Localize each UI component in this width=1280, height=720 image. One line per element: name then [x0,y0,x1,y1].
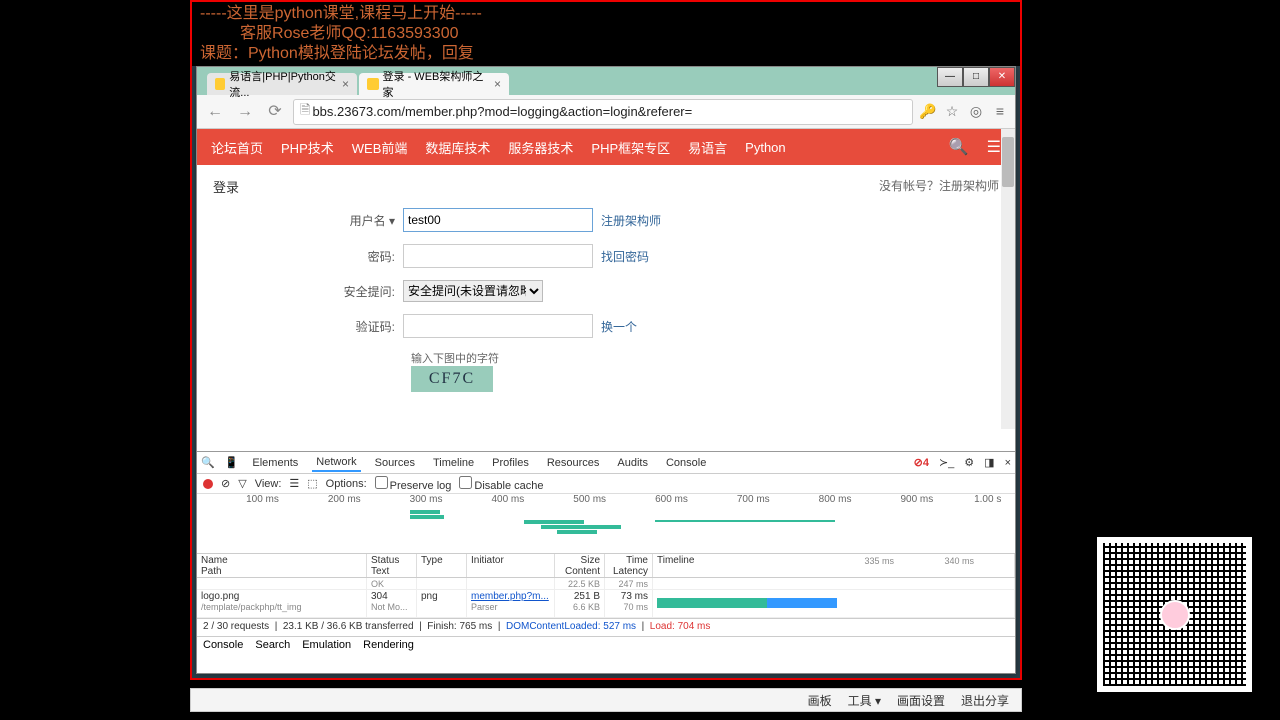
dt-tab-profiles[interactable]: Profiles [488,455,533,471]
browser-toolbar: ← → ⟳ 🗎 bbs.23673.com/member.php?mod=log… [197,95,1015,129]
menu-icon[interactable]: ≡ [991,103,1009,121]
drawer-search[interactable]: Search [255,639,290,652]
disable-cache-checkbox[interactable]: Disable cache [459,476,543,492]
favicon-icon [367,78,379,90]
globe-icon[interactable]: ◎ [967,103,985,121]
close-button[interactable]: ✕ [989,67,1015,87]
drawer-console[interactable]: Console [203,639,243,652]
filter-icon[interactable]: ▽ [238,477,246,490]
preserve-log-checkbox[interactable]: Preserve log [375,476,452,492]
table-row[interactable]: OK 22.5 KB 247 ms [197,578,1015,590]
star-icon[interactable]: ☆ [943,103,961,121]
page-content: 论坛首页 PHP技术 WEB前端 数据库技术 服务器技术 PHP框架专区 易语言… [197,129,1015,429]
minimize-button[interactable]: — [937,67,963,87]
tab-active[interactable]: 登录 - WEB架构师之家 × [359,73,509,95]
reload-button[interactable]: ⟳ [263,100,287,124]
gear-icon[interactable]: ⚙ [964,456,974,469]
back-button[interactable]: ← [203,100,227,124]
search-icon[interactable]: 🔍 [949,137,969,157]
device-icon[interactable]: 📱 [225,456,239,469]
share-toolbar: 画板 工具 ▾ 画面设置 退出分享 [190,688,1022,712]
question-label: 安全提问: [213,283,403,300]
site-nav: 论坛首页 PHP技术 WEB前端 数据库技术 服务器技术 PHP框架专区 易语言… [197,129,1015,165]
nav-home[interactable]: 论坛首页 [211,138,263,157]
dt-tab-console[interactable]: Console [662,455,710,471]
dt-tab-network[interactable]: Network [312,454,360,472]
favicon-icon [215,78,225,90]
refresh-captcha-link[interactable]: 换一个 [601,318,637,335]
tab-strip: 易语言|PHP|Python交流... × 登录 - WEB架构师之家 × [197,67,1015,95]
password-input[interactable] [403,244,593,268]
inspect-icon[interactable]: 🔍 [201,456,215,469]
network-table-header: NamePath StatusText Type Initiator SizeC… [197,554,1015,578]
security-question-select[interactable]: 安全提问(未设置请忽略) [403,280,543,302]
nav-server[interactable]: 服务器技术 [508,138,573,157]
error-badge[interactable]: ⊘4 [914,456,929,469]
table-row[interactable]: logo.png/template/packphp/tt_img 304Not … [197,590,1015,618]
drawer-icon[interactable]: ≻_ [939,456,954,469]
url-bar[interactable]: 🗎 bbs.23673.com/member.php?mod=logging&a… [293,99,913,125]
nav-python[interactable]: Python [745,140,785,155]
dt-tab-resources[interactable]: Resources [543,455,604,471]
username-input[interactable] [403,208,593,232]
nav-web[interactable]: WEB前端 [352,138,408,157]
close-icon[interactable]: × [494,77,501,91]
dt-tab-audits[interactable]: Audits [613,455,652,471]
tools-button[interactable]: 工具 ▾ [848,692,881,709]
exit-share-button[interactable]: 退出分享 [961,692,1009,709]
drawer-emulation[interactable]: Emulation [302,639,351,652]
page-icon: 🗎 [300,101,310,123]
devtools-panel: 🔍 📱 Elements Network Sources Timeline Pr… [197,451,1015,673]
username-label[interactable]: 用户名 ▾ [213,212,403,229]
close-icon[interactable]: × [342,77,349,91]
tab-inactive[interactable]: 易语言|PHP|Python交流... × [207,73,357,95]
close-icon[interactable]: × [1005,457,1011,469]
record-button[interactable] [203,479,213,489]
captcha-input[interactable] [403,314,593,338]
list-icon[interactable]: ☰ [987,137,1001,157]
network-summary: 2 / 30 requests | 23.1 KB / 36.6 KB tran… [197,618,1015,636]
network-timeline[interactable]: 100 ms 200 ms 300 ms 400 ms 500 ms 600 m… [197,494,1015,554]
maximize-button[interactable]: □ [963,67,989,87]
key-icon[interactable]: 🔑 [919,103,937,121]
nav-frame[interactable]: PHP框架专区 [591,138,670,157]
nav-php[interactable]: PHP技术 [281,138,334,157]
dt-tab-sources[interactable]: Sources [371,455,419,471]
password-label: 密码: [213,248,403,265]
dock-icon[interactable]: ◨ [984,456,994,469]
dt-tab-elements[interactable]: Elements [248,455,302,471]
register-link[interactable]: 没有帐号？注册架构师 [879,177,999,196]
canvas-button[interactable]: 画板 [808,692,832,709]
drawer-rendering[interactable]: Rendering [363,639,414,652]
forgot-password-link[interactable]: 找回密码 [601,248,649,265]
login-title: 登录 [213,177,239,196]
settings-button[interactable]: 画面设置 [897,692,945,709]
qr-code [1097,537,1252,692]
view-frame-icon[interactable]: ⬚ [307,477,317,490]
nav-db[interactable]: 数据库技术 [425,138,490,157]
browser-window: — □ ✕ 易语言|PHP|Python交流... × 登录 - WEB架构师之… [196,66,1016,674]
course-banner: -----这里是python课堂,课程马上开始----- 客服Rose老师QQ:… [192,2,1020,66]
dt-tab-timeline[interactable]: Timeline [429,455,478,471]
view-list-icon[interactable]: ☰ [289,477,299,490]
captcha-image: CF7C [411,366,493,392]
register-tip[interactable]: 注册架构师 [601,212,661,229]
clear-icon[interactable]: ⊘ [221,477,230,490]
captcha-label: 验证码: [213,318,403,335]
scrollbar[interactable] [1001,129,1015,429]
captcha-hint: 输入下图中的字符 [411,350,999,366]
nav-yi[interactable]: 易语言 [688,138,727,157]
forward-button[interactable]: → [233,100,257,124]
